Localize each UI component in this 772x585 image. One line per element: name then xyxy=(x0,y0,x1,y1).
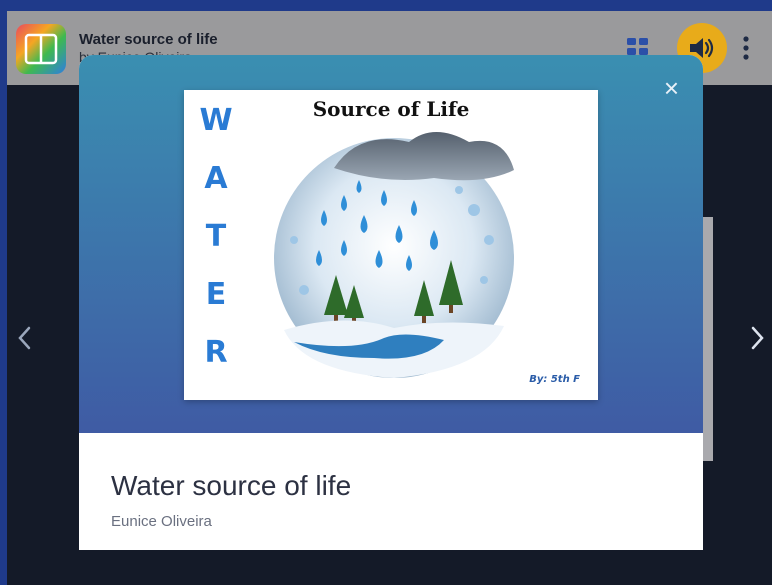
next-page-button[interactable] xyxy=(747,325,767,356)
cover-credit: By: 5th F xyxy=(529,374,580,385)
reader-frame: Water source of life by Eunice Oliveira xyxy=(7,11,772,585)
page-preview-edge xyxy=(703,217,713,461)
chevron-left-icon xyxy=(18,326,31,350)
close-button[interactable]: × xyxy=(664,75,679,101)
cover-letter-t: T xyxy=(206,219,227,254)
modal-book-title: Water source of life xyxy=(111,470,352,501)
app-logo-icon[interactable] xyxy=(16,24,66,74)
book-cover: W A T E R Source of Life By: 5th F xyxy=(184,90,598,400)
previous-page-button[interactable] xyxy=(15,325,35,356)
cover-letter-r: R xyxy=(204,335,227,370)
cover-heading: Source of Life xyxy=(313,97,470,121)
book-title: Water source of life xyxy=(79,31,218,48)
more-vertical-icon[interactable] xyxy=(741,35,751,66)
book-details-modal: × W A T E R Source of Life By: 5th F Wat… xyxy=(79,55,703,550)
cover-letter-w: W xyxy=(199,103,232,138)
modal-info-area: Water source of life Eunice Oliveira xyxy=(79,433,703,550)
cover-letter-e: E xyxy=(206,277,227,312)
cover-letter-a: A xyxy=(204,161,228,196)
chevron-right-icon xyxy=(751,326,764,350)
modal-book-author: Eunice Oliveira xyxy=(111,513,212,530)
modal-header-area: × W A T E R Source of Life By: 5th F xyxy=(79,55,703,433)
